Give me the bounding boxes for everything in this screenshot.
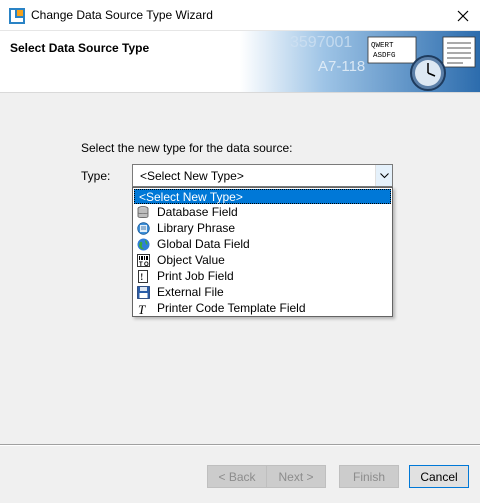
dropdown-item-label: Database Field — [157, 205, 238, 219]
banner-code: A7-118 — [318, 58, 365, 75]
svg-text:T: T — [138, 302, 146, 315]
database-icon — [136, 205, 150, 219]
svg-text:O: O — [144, 262, 149, 267]
chevron-down-icon — [379, 172, 389, 178]
close-icon — [457, 10, 469, 21]
dropdown-item-label: Print Job Field — [157, 269, 234, 283]
cancel-button[interactable]: Cancel — [409, 465, 469, 488]
type-label: Type: — [81, 169, 111, 183]
object-value-icon: T O — [136, 253, 150, 267]
dropdown-item-object-value[interactable]: T O Object Value — [133, 252, 392, 268]
dropdown-item-library-phrase[interactable]: Library Phrase — [133, 220, 392, 236]
window-title: Change Data Source Type Wizard — [31, 8, 213, 22]
globe-icon — [136, 237, 150, 251]
wizard-header: Select Data Source Type 3597001 A7-118 Q… — [0, 31, 480, 93]
back-button[interactable]: < Back — [207, 465, 267, 488]
svg-text:!: ! — [140, 272, 143, 282]
svg-text:T: T — [139, 262, 143, 267]
title-bar: Change Data Source Type Wizard — [0, 0, 480, 31]
dropdown-item-label: <Select New Type> — [139, 189, 243, 204]
next-button[interactable]: Next > — [266, 465, 326, 488]
dropdown-item-printer-code-template-field[interactable]: T Printer Code Template Field — [133, 300, 392, 316]
page-title: Select Data Source Type — [10, 41, 150, 55]
dropdown-item-print-job-field[interactable]: ! Print Job Field — [133, 268, 392, 284]
dropdown-item-external-file[interactable]: External File — [133, 284, 392, 300]
type-combobox-value: <Select New Type> — [140, 169, 244, 183]
dropdown-item-label: Global Data Field — [157, 237, 250, 251]
dropdown-item-global-data-field[interactable]: Global Data Field — [133, 236, 392, 252]
footer-divider-highlight — [0, 445, 480, 446]
type-combobox[interactable]: <Select New Type> — [132, 164, 393, 187]
banner-image: 3597001 A7-118 QWERT ASDFG — [240, 31, 480, 92]
dropdown-item-label: Printer Code Template Field — [157, 301, 306, 315]
floppy-disk-icon — [136, 285, 150, 299]
finish-button[interactable]: Finish — [339, 465, 399, 488]
dropdown-item-database-field[interactable]: Database Field — [133, 204, 392, 220]
print-job-icon: ! — [136, 269, 150, 283]
type-prompt: Select the new type for the data source: — [81, 141, 293, 155]
dropdown-item-label: Library Phrase — [157, 221, 236, 235]
combobox-dropdown-button[interactable] — [375, 165, 392, 186]
close-button[interactable] — [446, 0, 480, 31]
banner-keys-bottom: ASDFG — [373, 52, 396, 60]
library-phrase-icon — [136, 221, 150, 235]
bartender-logo-icon — [9, 8, 25, 24]
banner-number: 3597001 — [290, 34, 352, 51]
type-dropdown-list: <Select New Type> Database Field Library… — [132, 187, 393, 317]
template-field-icon: T — [136, 301, 150, 315]
dropdown-item-label: Object Value — [157, 253, 225, 267]
dropdown-item-select-new-type[interactable]: <Select New Type> — [134, 189, 391, 204]
banner-keys-top: QWERT — [371, 42, 394, 50]
dropdown-item-label: External File — [157, 285, 224, 299]
